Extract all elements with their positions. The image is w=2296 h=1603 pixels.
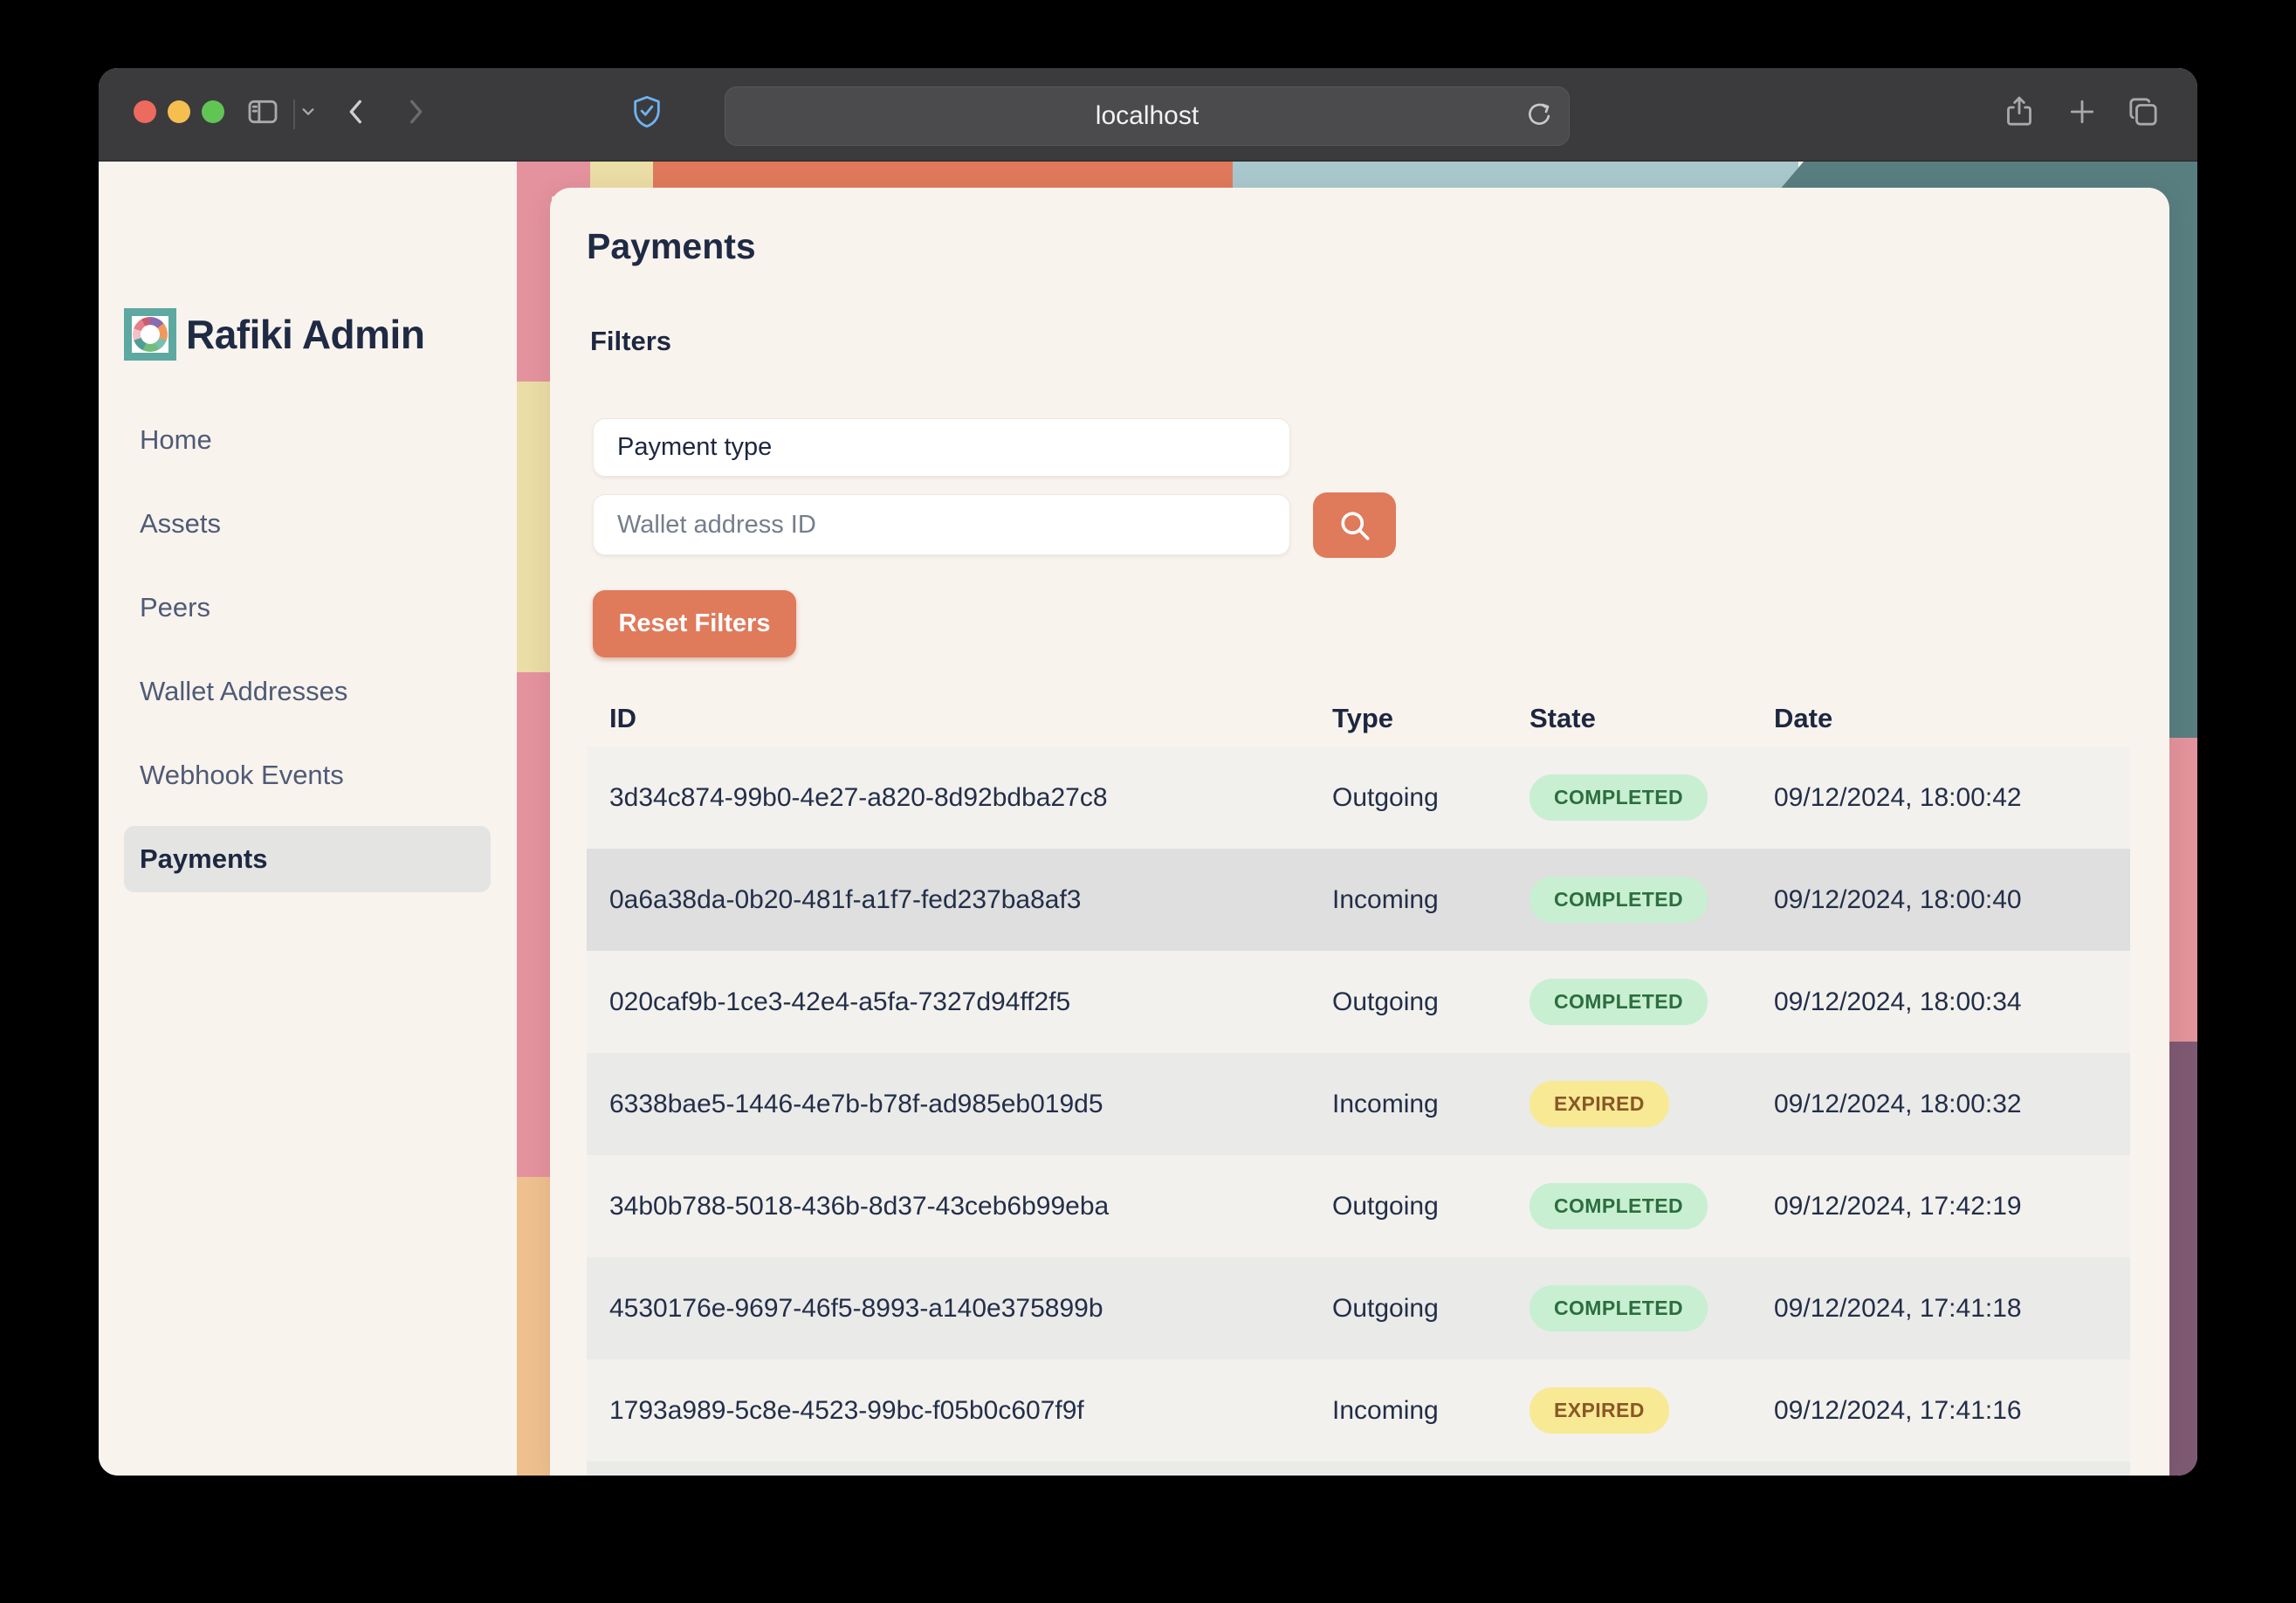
main-content: Payments Filters Payment type Reset Filt… [550,188,2169,1476]
table-row[interactable]: 0a6a38da-0b20-481f-a1f7-fed237ba8af3 Inc… [587,849,2130,951]
payment-type: Outgoing [1310,1294,1507,1324]
back-button[interactable] [340,94,375,129]
zoom-button[interactable] [202,100,224,123]
close-button[interactable] [134,100,156,123]
payment-type: Outgoing [1310,783,1507,813]
deco-left-strip-cream [517,382,552,672]
sidebar-item-wallet-addresses[interactable]: Wallet Addresses [124,658,491,725]
payment-id: 020caf9b-1ce3-42e4-a5fa-7327d94ff2f5 [587,987,1310,1017]
sidebar-item-label: Webhook Events [140,760,344,791]
privacy-shield-icon[interactable] [629,94,664,129]
forward-button[interactable] [397,94,432,129]
payment-id: 1793a989-5c8e-4523-99bc-f05b0c607f9f [587,1396,1310,1426]
reset-filters-button[interactable]: Reset Filters [593,590,796,657]
sidebar-item-label: Assets [140,508,221,540]
refresh-icon[interactable] [1522,99,1557,134]
payment-type: Outgoing [1310,1192,1507,1221]
minimize-button[interactable] [168,100,190,123]
payment-type: Outgoing [1310,987,1507,1017]
payment-type-select[interactable]: Payment type [593,418,1290,477]
payment-id: 6338bae5-1446-4e7b-b78f-ad985eb019d5 [587,1090,1310,1119]
sidebar-item-label: Peers [140,592,210,623]
payment-type: Incoming [1310,885,1507,915]
search-icon [1336,506,1374,545]
column-header-type: Type [1310,703,1507,734]
sidebar: Rafiki Admin Home Assets Peers Wallet Ad… [99,162,517,1476]
status-badge: COMPLETED [1530,979,1708,1025]
new-tab-icon[interactable] [2065,94,2100,129]
page-title: Payments [587,226,756,267]
search-button[interactable] [1313,492,1396,558]
status-badge: EXPIRED [1530,1081,1669,1127]
sidebar-item-webhook-events[interactable]: Webhook Events [124,742,491,808]
deco-left-strip-pink1 [517,162,552,382]
column-header-date: Date [1751,703,2130,734]
url-text: localhost [1096,101,1199,131]
payment-type: Incoming [1310,1090,1507,1119]
address-bar[interactable]: localhost [725,86,1570,146]
wallet-address-input[interactable] [593,494,1290,555]
deco-left-strip-pink2 [517,672,552,1177]
payment-date: 09/12/2024, 17:42:19 [1751,1192,2130,1221]
payment-date: 09/12/2024, 18:00:32 [1751,1090,2130,1119]
payment-type-value: Payment type [617,433,772,462]
filters-heading: Filters [590,326,671,357]
status-badge: COMPLETED [1530,1285,1708,1331]
status-badge: EXPIRED [1530,1387,1669,1434]
payment-id: 3d34c874-99b0-4e27-a820-8d92bdba27c8 [587,783,1310,813]
payment-date: 09/12/2024, 17:41:16 [1751,1396,2130,1426]
column-header-id: ID [587,703,1310,734]
sidebar-nav: Home Assets Peers Wallet Addresses Webho… [124,407,491,910]
table-row[interactable]: 020caf9b-1ce3-42e4-a5fa-7327d94ff2f5 Out… [587,951,2130,1053]
table-row[interactable]: 1793a989-5c8e-4523-99bc-f05b0c607f9f Inc… [587,1359,2130,1462]
payment-date: 09/12/2024, 18:00:42 [1751,783,2130,813]
chevron-down-icon[interactable] [294,94,322,129]
status-badge: COMPLETED [1530,1183,1708,1229]
status-badge: COMPLETED [1530,774,1708,821]
browser-window: localhost Rafiki Admin Home Assets Peers… [99,68,2197,1476]
payment-id: 0a6a38da-0b20-481f-a1f7-fed237ba8af3 [587,885,1310,915]
sidebar-toggle-icon[interactable] [245,94,280,129]
tab-overview-icon[interactable] [2126,94,2161,129]
status-badge: COMPLETED [1530,877,1708,923]
payments-table: ID Type State Date 3d34c874-99b0-4e27-a8… [587,690,2130,1476]
browser-toolbar: localhost [99,68,2197,162]
payment-date: 09/12/2024, 18:00:34 [1751,987,2130,1017]
payment-date: 09/12/2024, 17:41:18 [1751,1294,2130,1324]
table-row[interactable]: 3d34c874-99b0-4e27-a820-8d92bdba27c8 Out… [587,746,2130,849]
payment-id: 34b0b788-5018-436b-8d37-43ceb6b99eba [587,1192,1310,1221]
deco-left-strip-tan [517,1177,552,1476]
brand-title: Rafiki Admin [186,308,424,361]
sidebar-item-payments[interactable]: Payments [124,826,491,892]
sidebar-item-label: Wallet Addresses [140,676,347,707]
table-row[interactable]: 6338bae5-1446-4e7b-b78f-ad985eb019d5 Inc… [587,1053,2130,1155]
table-body: 3d34c874-99b0-4e27-a820-8d92bdba27c8 Out… [587,746,2130,1462]
table-row-partial [587,1462,2130,1476]
sidebar-item-label: Payments [140,843,267,875]
table-row[interactable]: 4530176e-9697-46f5-8993-a140e375899b Out… [587,1257,2130,1359]
sidebar-item-home[interactable]: Home [124,407,491,473]
table-header: ID Type State Date [587,690,2130,746]
payment-type: Incoming [1310,1396,1507,1426]
sidebar-item-assets[interactable]: Assets [124,491,491,557]
sidebar-item-peers[interactable]: Peers [124,574,491,641]
payment-id: 4530176e-9697-46f5-8993-a140e375899b [587,1294,1310,1324]
sidebar-item-label: Home [140,424,212,456]
share-icon[interactable] [2002,94,2037,129]
table-row[interactable]: 34b0b788-5018-436b-8d37-43ceb6b99eba Out… [587,1155,2130,1257]
payment-date: 09/12/2024, 18:00:40 [1751,885,2130,915]
column-header-state: State [1507,703,1751,734]
rafiki-logo-icon [124,308,176,361]
